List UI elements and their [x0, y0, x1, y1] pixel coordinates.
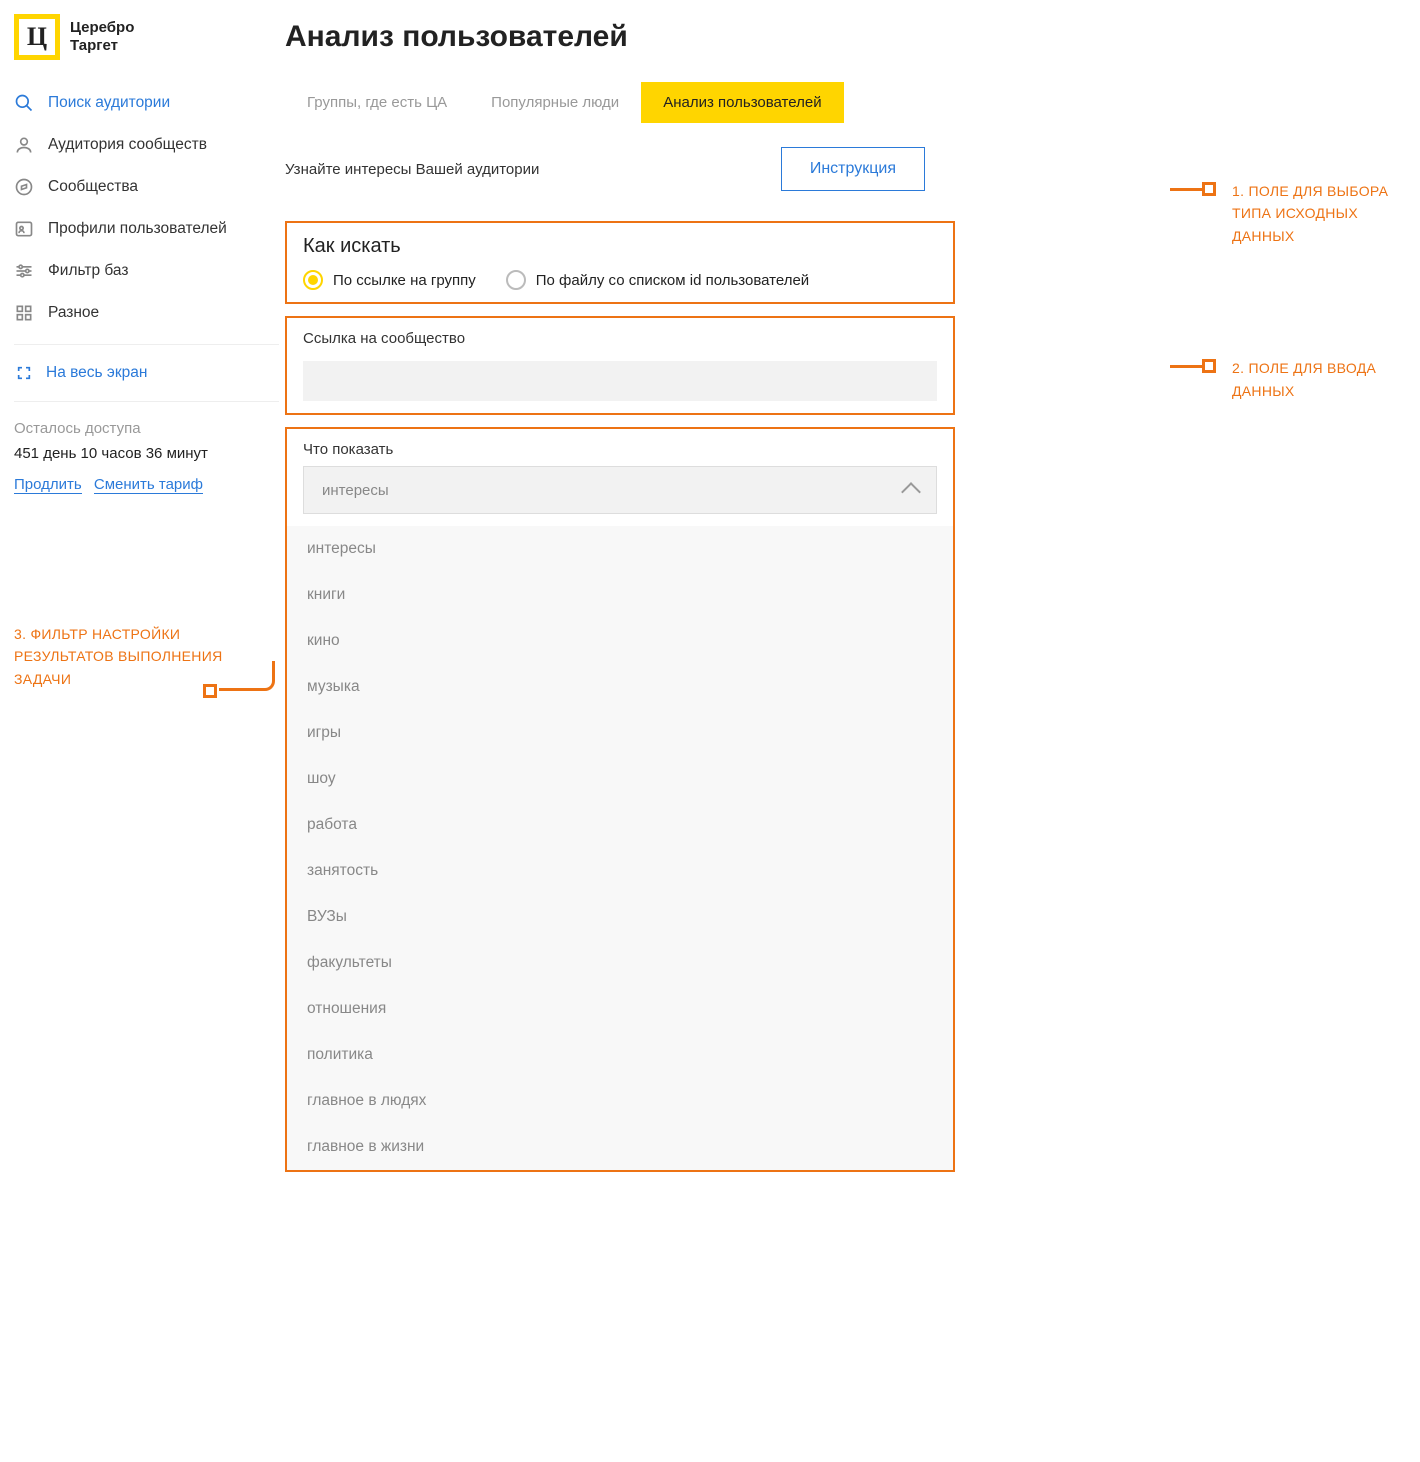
option-relationships[interactable]: отношения	[287, 986, 953, 1032]
user-icon	[14, 135, 34, 155]
sidebar-item-label: Поиск аудитории	[48, 94, 170, 112]
fullscreen-toggle[interactable]: На весь экран	[14, 355, 265, 391]
option-universities[interactable]: ВУЗы	[287, 894, 953, 940]
option-politics[interactable]: политика	[287, 1032, 953, 1078]
what-to-show-select[interactable]: интересы	[303, 466, 937, 514]
annotation-connector	[1170, 365, 1204, 368]
annotation-1: 1. Поле для выбора типа исходных данных	[1232, 180, 1408, 247]
sidebar-item-label: Разное	[48, 304, 99, 322]
sliders-icon	[14, 261, 34, 281]
tab-groups-with-target[interactable]: Группы, где есть ЦА	[285, 82, 469, 123]
logo: Ц Церебро Таргет	[14, 14, 265, 60]
brand-line1: Церебро	[70, 19, 134, 37]
fullscreen-label: На весь экран	[46, 364, 147, 382]
grid-icon	[14, 303, 34, 323]
annotation-2: 2. Поле для ввода данных	[1232, 357, 1408, 402]
sidebar-item-filter-bases[interactable]: Фильтр баз	[14, 250, 265, 292]
access-remaining-value: 451 день 10 часов 36 минут	[14, 445, 265, 462]
option-shows[interactable]: шоу	[287, 756, 953, 802]
community-link-input[interactable]	[303, 361, 937, 401]
sidebar-item-label: Аудитория сообществ	[48, 136, 207, 154]
option-music[interactable]: музыка	[287, 664, 953, 710]
brand-line2: Таргет	[70, 37, 134, 55]
option-movies[interactable]: кино	[287, 618, 953, 664]
logo-icon: Ц	[14, 14, 60, 60]
access-remaining-label: Осталось доступа	[14, 420, 265, 437]
what-to-show-options: интересы книги кино музыка игры шоу рабо…	[287, 526, 953, 1170]
tab-user-analysis[interactable]: Анализ пользователей	[641, 82, 843, 123]
search-icon	[14, 93, 34, 113]
what-to-show-label: Что показать	[287, 441, 953, 458]
radio-label: По файлу со списком id пользователей	[536, 272, 809, 289]
option-employment[interactable]: занятость	[287, 848, 953, 894]
page-subtitle: Узнайте интересы Вашей аудитории	[285, 161, 539, 178]
annotation-3: 3. Фильтр настройки результатов выполнен…	[14, 623, 265, 690]
how-to-search-title: Как искать	[303, 235, 937, 258]
option-important-in-people[interactable]: главное в людях	[287, 1078, 953, 1124]
page-title: Анализ пользователей	[285, 20, 1220, 54]
option-faculties[interactable]: факультеты	[287, 940, 953, 986]
sidebar-item-label: Сообщества	[48, 178, 138, 196]
radio-label: По ссылке на группу	[333, 272, 476, 289]
radio-by-file[interactable]: По файлу со списком id пользователей	[506, 270, 809, 290]
annotation-connector	[219, 661, 275, 691]
sidebar-item-label: Профили пользователей	[48, 220, 227, 238]
annotation-marker-icon	[1202, 182, 1216, 196]
extend-link[interactable]: Продлить	[14, 476, 82, 494]
select-value: интересы	[322, 482, 389, 499]
community-link-label: Ссылка на сообщество	[303, 330, 937, 347]
option-work[interactable]: работа	[287, 802, 953, 848]
radio-icon	[303, 270, 323, 290]
sidebar-item-user-profiles[interactable]: Профили пользователей	[14, 208, 265, 250]
divider	[14, 344, 279, 345]
compass-icon	[14, 177, 34, 197]
radio-icon	[506, 270, 526, 290]
option-interests[interactable]: интересы	[287, 526, 953, 572]
annotation-connector	[1170, 188, 1204, 191]
what-to-show-card: Что показать интересы интересы книги кин…	[285, 427, 955, 1172]
option-important-in-life[interactable]: главное в жизни	[287, 1124, 953, 1170]
sidebar-item-misc[interactable]: Разное	[14, 292, 265, 334]
annotation-marker-icon	[1202, 359, 1216, 373]
community-link-card: Ссылка на сообщество	[285, 316, 955, 415]
sidebar-item-search-audience[interactable]: Поиск аудитории	[14, 82, 265, 124]
option-games[interactable]: игры	[287, 710, 953, 756]
profile-icon	[14, 219, 34, 239]
sidebar-item-label: Фильтр баз	[48, 262, 128, 280]
divider	[14, 401, 279, 402]
sidebar-item-communities[interactable]: Сообщества	[14, 166, 265, 208]
annotation-marker-icon	[203, 684, 217, 698]
tab-popular-people[interactable]: Популярные люди	[469, 82, 641, 123]
how-to-search-card: Как искать По ссылке на группу По файлу …	[285, 221, 955, 304]
option-books[interactable]: книги	[287, 572, 953, 618]
sidebar-item-community-audience[interactable]: Аудитория сообществ	[14, 124, 265, 166]
chevron-up-icon	[901, 482, 921, 502]
expand-icon	[14, 363, 34, 383]
radio-by-link[interactable]: По ссылке на группу	[303, 270, 476, 290]
instructions-button[interactable]: Инструкция	[781, 147, 925, 191]
change-tariff-link[interactable]: Сменить тариф	[94, 476, 203, 494]
